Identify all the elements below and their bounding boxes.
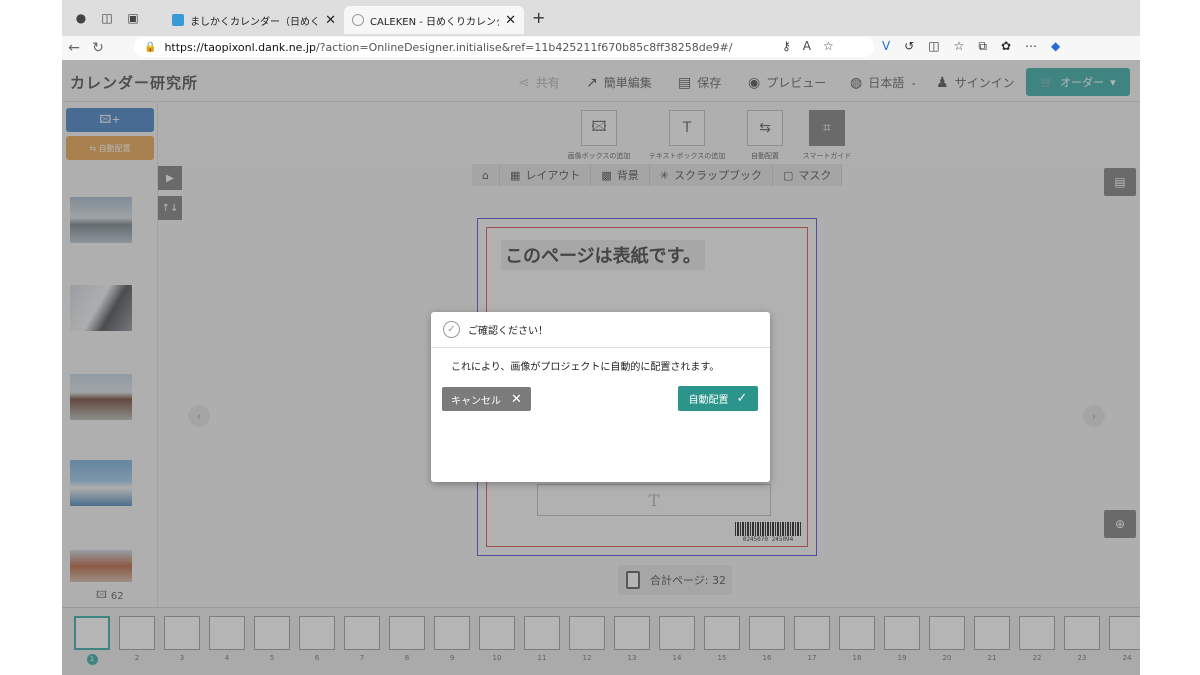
lock-icon: 🔒 bbox=[144, 41, 157, 53]
tab-title: ましかくカレンダー（日めくり） - bbox=[190, 16, 320, 28]
favorite-star-icon[interactable]: ☆ bbox=[823, 39, 834, 53]
cancel-label: キャンセル bbox=[451, 395, 502, 407]
confirm-dialog: ✓ ご確認ください！ これにより、画像がプロジェクトに自動的に配置されます。 キ… bbox=[431, 312, 770, 482]
dialog-title: ご確認ください！ bbox=[468, 326, 548, 337]
tab-title: CALEKEN - 日めくりカレンダー bbox=[370, 16, 499, 28]
read-aloud-icon[interactable]: A bbox=[803, 39, 811, 53]
checkmark-icon: ✓ bbox=[736, 391, 748, 406]
reload-icon[interactable]: ↻ bbox=[86, 40, 110, 56]
key-icon[interactable]: ⚷ bbox=[782, 39, 791, 53]
tab-favicon-icon bbox=[352, 14, 364, 26]
back-icon[interactable]: ← bbox=[62, 40, 86, 56]
close-icon: ✕ bbox=[511, 391, 522, 407]
dialog-header: ✓ ご確認ください！ bbox=[431, 312, 770, 348]
tab-actions-icon[interactable]: ▣ bbox=[126, 11, 140, 25]
more-menu-icon[interactable]: ⋯ bbox=[1025, 39, 1037, 54]
auto-place-confirm-button[interactable]: 自動配置 ✓ bbox=[678, 386, 758, 411]
workspaces-icon[interactable]: ◫ bbox=[100, 11, 114, 25]
split-screen-icon[interactable]: ◫ bbox=[928, 39, 939, 54]
extension-v-icon[interactable]: V bbox=[882, 39, 890, 54]
browser-toolbar-icons: V ↺ ◫ ☆ ⧉ ✿ ⋯ ◆ bbox=[882, 39, 1060, 54]
collections-icon[interactable]: ⧉ bbox=[978, 39, 987, 54]
new-tab-icon[interactable]: + bbox=[532, 8, 545, 27]
check-circle-icon: ✓ bbox=[443, 321, 460, 338]
refresh-extension-icon[interactable]: ↺ bbox=[904, 39, 914, 54]
dialog-message: これにより、画像がプロジェクトに自動的に配置されます。 bbox=[451, 362, 720, 373]
address-actions: ⚷ A ☆ bbox=[782, 39, 834, 53]
url-path: /?action=OnlineDesigner.initialise&ref=1… bbox=[315, 40, 733, 54]
address-bar: ← ↻ 🔒 https://taopixonl.dank.ne.jp /?act… bbox=[62, 36, 1140, 60]
url-field[interactable]: 🔒 https://taopixonl.dank.ne.jp /?action=… bbox=[134, 37, 874, 57]
tab-caleken[interactable]: CALEKEN - 日めくりカレンダー ✕ bbox=[344, 6, 524, 34]
confirm-label: 自動配置 bbox=[688, 395, 729, 406]
profile-icon[interactable]: ● bbox=[74, 11, 88, 25]
url-host: https://taopixonl.dank.ne.jp bbox=[164, 40, 316, 54]
cancel-button[interactable]: キャンセル ✕ bbox=[442, 387, 531, 411]
close-tab-icon[interactable]: ✕ bbox=[505, 13, 516, 28]
tab-favicon-icon bbox=[172, 14, 184, 26]
close-tab-icon[interactable]: ✕ bbox=[325, 13, 336, 28]
tab-mashikaku[interactable]: ましかくカレンダー（日めくり） - ✕ bbox=[164, 6, 344, 34]
copilot-icon[interactable]: ◆ bbox=[1051, 39, 1060, 54]
extensions-icon[interactable]: ✿ bbox=[1001, 39, 1011, 54]
tab-bar: ● ◫ ▣ ましかくカレンダー（日めくり） - ✕ CALEKEN - 日めくり… bbox=[62, 0, 1140, 36]
favorites-icon[interactable]: ☆ bbox=[954, 39, 965, 54]
